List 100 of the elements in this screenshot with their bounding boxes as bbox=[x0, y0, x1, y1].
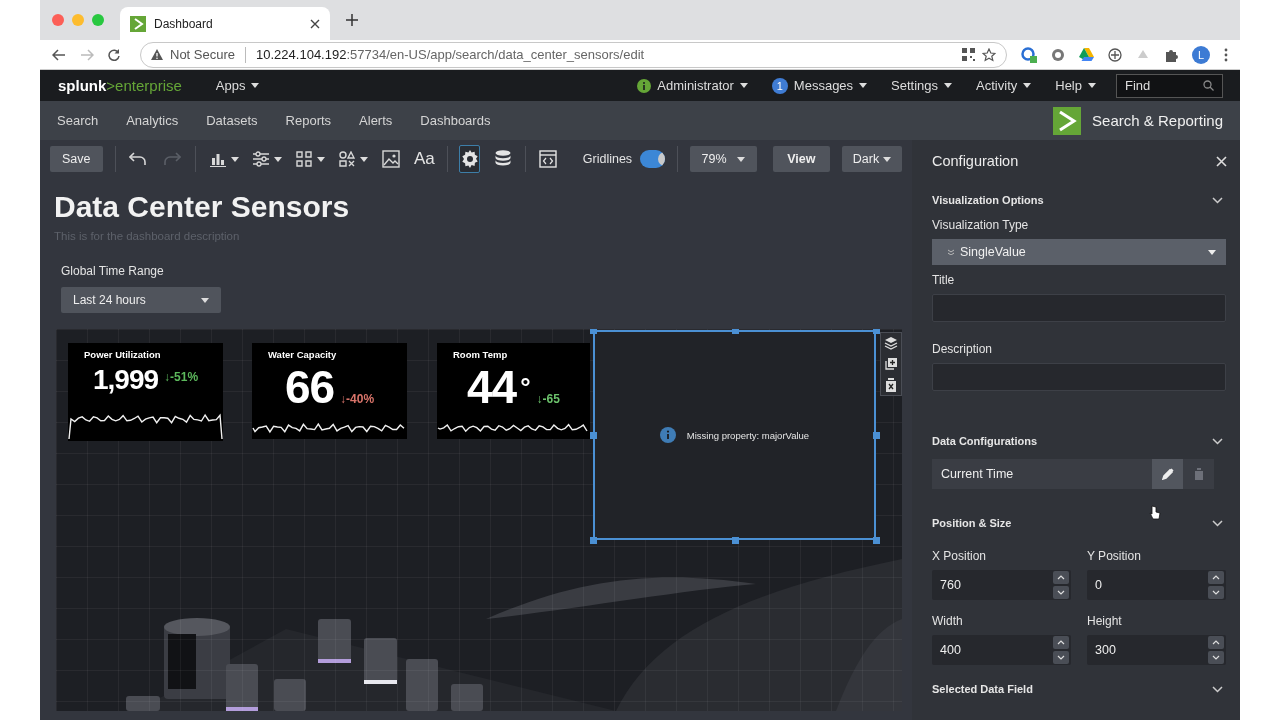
product-logo[interactable]: splunk>enterprise bbox=[58, 77, 182, 94]
delete-icon[interactable] bbox=[884, 378, 898, 392]
stepper-icon[interactable] bbox=[1208, 571, 1224, 599]
sliders-icon[interactable] bbox=[252, 151, 269, 167]
single-value-panel[interactable]: Room Temp 44° ↓-65 bbox=[437, 343, 590, 439]
number-field[interactable]: 300 bbox=[1087, 635, 1226, 665]
address-field[interactable]: Not Secure 10.224.104.192:57734/en-US/app/search/data_center_sensors/edit bbox=[140, 41, 1007, 68]
number-field[interactable]: 400 bbox=[932, 635, 1071, 665]
undo-icon[interactable] bbox=[129, 152, 148, 166]
search-field[interactable]: Find bbox=[1116, 73, 1223, 98]
single-value-panel[interactable]: Water Capacity 66↓-40% bbox=[252, 343, 407, 439]
edit-button[interactable] bbox=[1152, 459, 1183, 489]
header-menu[interactable]: Help bbox=[1055, 78, 1096, 93]
number-field[interactable]: 0 bbox=[1087, 570, 1226, 600]
extension-icon[interactable] bbox=[1021, 46, 1037, 63]
save-button[interactable]: Save bbox=[50, 146, 103, 172]
pointer-cursor-icon bbox=[1149, 505, 1161, 520]
number-field[interactable]: 760 bbox=[932, 570, 1071, 600]
toolbar-button[interactable] bbox=[459, 145, 481, 173]
nav-link[interactable]: Datasets bbox=[206, 113, 258, 128]
trend-delta: ↓-51% bbox=[164, 370, 199, 384]
resize-handle[interactable] bbox=[590, 329, 597, 334]
chevron-icon[interactable] bbox=[1212, 437, 1223, 445]
input-label: Global Time Range bbox=[61, 264, 165, 278]
number-input[interactable]: 300 bbox=[1087, 636, 1206, 664]
reload-icon[interactable] bbox=[108, 48, 120, 61]
profile-avatar[interactable]: L bbox=[1192, 45, 1210, 64]
nav-link[interactable]: Alerts bbox=[359, 113, 393, 128]
number-input[interactable]: 760 bbox=[932, 571, 1051, 599]
toggle-label: Gridlines bbox=[582, 152, 633, 166]
single-value-panel[interactable]: Power Utilization 1,999 ↓-51% bbox=[68, 343, 223, 441]
back-icon[interactable] bbox=[52, 48, 66, 61]
more-icon[interactable] bbox=[1224, 47, 1228, 62]
extension-icon[interactable] bbox=[1051, 47, 1065, 62]
resize-handle[interactable] bbox=[731, 537, 739, 544]
nav-link[interactable]: Dashboards bbox=[420, 113, 491, 128]
browser-tab[interactable]: Dashboard bbox=[120, 7, 330, 40]
text-field[interactable] bbox=[932, 363, 1226, 391]
new-tab-icon[interactable] bbox=[346, 14, 358, 26]
security-label: Not Secure bbox=[170, 47, 236, 62]
section-heading[interactable]: Selected Data Field bbox=[932, 683, 1033, 695]
theme-dropdown[interactable]: Dark bbox=[841, 146, 902, 172]
apps-menu[interactable]: Apps bbox=[215, 78, 260, 93]
header-menu[interactable]: 1 Messages bbox=[771, 77, 868, 94]
caret-icon bbox=[1208, 249, 1216, 255]
chevron-icon[interactable] bbox=[1212, 519, 1223, 527]
close-icon[interactable] bbox=[310, 18, 320, 29]
pencil-icon bbox=[1161, 468, 1174, 480]
text-tool[interactable]: Aa bbox=[413, 149, 435, 169]
resize-handle[interactable] bbox=[873, 329, 880, 334]
resize-handle[interactable] bbox=[873, 432, 880, 439]
view-button[interactable]: View bbox=[772, 146, 830, 172]
extension-icon[interactable] bbox=[1108, 47, 1122, 62]
resize-handle[interactable] bbox=[731, 329, 739, 334]
nav-link[interactable]: Analytics bbox=[126, 113, 179, 128]
shapes-icon[interactable] bbox=[338, 151, 355, 167]
section-heading[interactable]: Position & Size bbox=[932, 517, 1012, 529]
field-label: Y Position bbox=[1087, 549, 1142, 563]
number-input[interactable]: 400 bbox=[932, 636, 1051, 664]
field-label: X Position bbox=[932, 549, 988, 563]
image-icon[interactable] bbox=[381, 150, 400, 168]
search-icon[interactable] bbox=[1203, 80, 1214, 91]
info-icon bbox=[659, 427, 676, 443]
header-menu[interactable]: Administrator bbox=[637, 78, 748, 93]
section-heading[interactable]: Visualization Options bbox=[932, 194, 1044, 206]
header-menu[interactable]: Activity bbox=[976, 78, 1032, 93]
header-menu[interactable]: Settings bbox=[891, 78, 953, 93]
dashboard-title: Data Center Sensors bbox=[54, 189, 351, 225]
qr-code-icon[interactable] bbox=[962, 48, 975, 61]
grid-icon[interactable] bbox=[295, 151, 312, 167]
resize-handle[interactable] bbox=[590, 537, 597, 544]
star-icon[interactable] bbox=[982, 47, 996, 62]
puzzle-icon[interactable] bbox=[1164, 47, 1178, 62]
gridlines-toggle[interactable] bbox=[640, 150, 665, 168]
resize-handle[interactable] bbox=[873, 537, 880, 544]
stepper-icon[interactable] bbox=[1208, 636, 1224, 664]
empty-panel[interactable]: Missing property: majorValue bbox=[593, 330, 876, 540]
number-input[interactable]: 0 bbox=[1087, 571, 1206, 599]
zoom-dropdown[interactable]: 79% bbox=[689, 146, 757, 172]
caret-icon bbox=[883, 156, 892, 162]
layers-icon[interactable] bbox=[884, 336, 898, 350]
chevron-icon[interactable] bbox=[1212, 196, 1223, 204]
stepper-icon[interactable] bbox=[1053, 571, 1069, 599]
unit-label: ° bbox=[520, 372, 531, 403]
duplicate-icon[interactable] bbox=[884, 357, 898, 371]
visualization-type-dropdown[interactable]: SingleValue bbox=[932, 239, 1226, 265]
caret-icon bbox=[273, 156, 282, 162]
drive-icon[interactable] bbox=[1079, 48, 1094, 61]
nav-link[interactable]: Search bbox=[57, 113, 99, 128]
text-field[interactable] bbox=[932, 294, 1226, 322]
panel-message: Missing property: majorValue bbox=[686, 429, 810, 441]
nav-link[interactable]: Reports bbox=[285, 113, 332, 128]
time-range-dropdown[interactable]: Last 24 hours bbox=[61, 287, 221, 313]
resize-handle[interactable] bbox=[590, 432, 597, 439]
chevron-icon[interactable] bbox=[1212, 685, 1223, 693]
stepper-icon[interactable] bbox=[1053, 636, 1069, 664]
search-input[interactable]: Find bbox=[1123, 78, 1203, 93]
app-title[interactable]: Search & Reporting bbox=[1053, 106, 1223, 135]
bar-chart-icon[interactable] bbox=[209, 151, 226, 167]
section-heading[interactable]: Data Configurations bbox=[932, 435, 1038, 447]
